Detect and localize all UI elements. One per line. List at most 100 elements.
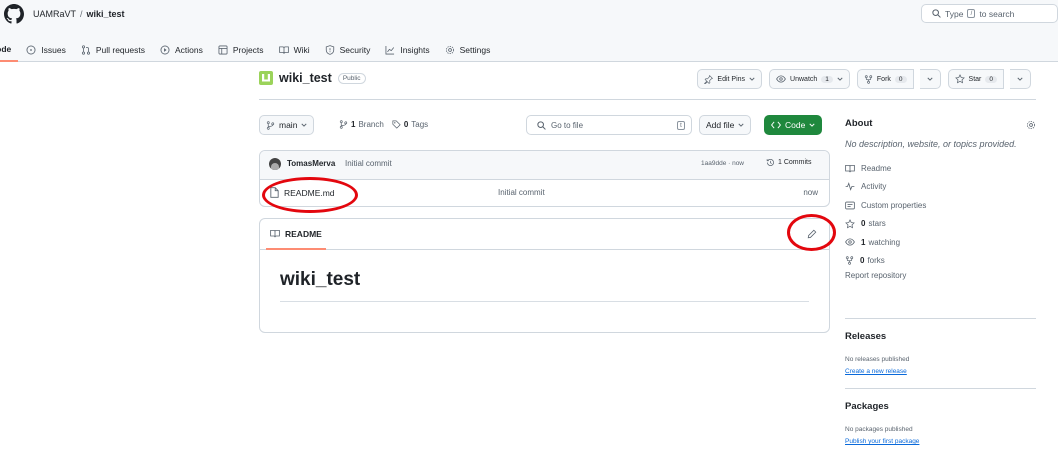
search-icon bbox=[932, 9, 941, 18]
github-logo-icon[interactable] bbox=[4, 4, 24, 24]
tag-label: Tags bbox=[411, 120, 429, 129]
gear-icon bbox=[445, 45, 455, 55]
top-header: UAMRaVT / wiki_test Type / to search Cod… bbox=[0, 0, 1058, 62]
star-count: 0 bbox=[985, 75, 997, 83]
chevron-down-icon bbox=[749, 76, 755, 82]
readme-tab-label: README bbox=[285, 228, 322, 239]
repo-description: No description, website, or topics provi… bbox=[845, 139, 1017, 149]
tab-readme[interactable]: README bbox=[266, 219, 326, 250]
tab-label: Projects bbox=[232, 45, 264, 55]
breadcrumb-owner[interactable]: UAMRaVT bbox=[33, 9, 76, 19]
branch-icon bbox=[339, 120, 348, 129]
unwatch-label: Unwatch bbox=[790, 75, 818, 83]
stars-link[interactable]: 0 stars bbox=[845, 215, 1036, 234]
code-button[interactable]: Code bbox=[764, 115, 823, 135]
forks-link[interactable]: 0 forks bbox=[845, 252, 1036, 271]
tags-link[interactable]: 0 Tags bbox=[392, 120, 428, 129]
readme-link[interactable]: Readme bbox=[845, 159, 1036, 178]
commit-author[interactable]: TomasMerva bbox=[287, 159, 335, 168]
tab-actions[interactable]: Actions bbox=[152, 38, 210, 62]
create-release-link[interactable]: Create a new release bbox=[845, 368, 907, 375]
readme-title: wiki_test bbox=[280, 269, 361, 290]
file-commit-message[interactable]: Initial commit bbox=[498, 188, 545, 197]
custom-properties-link[interactable]: Custom properties bbox=[845, 196, 1036, 215]
repo-tabs: Code Issues Pull requests Actions Projec… bbox=[0, 38, 497, 62]
tab-label: Code bbox=[0, 44, 12, 54]
packages-empty-text: No packages published bbox=[845, 426, 913, 433]
branch-label: Branch bbox=[358, 120, 384, 129]
unwatch-button[interactable]: Unwatch 1 bbox=[769, 69, 850, 89]
chevron-down-icon bbox=[809, 122, 815, 128]
note-icon bbox=[845, 201, 855, 210]
watching-link[interactable]: 1 watching bbox=[845, 233, 1036, 252]
star-dropdown-button[interactable] bbox=[1010, 69, 1031, 89]
sidebar-divider bbox=[845, 318, 1036, 319]
about-meta: Readme Activity Custom properties 0 star… bbox=[845, 159, 1036, 280]
search-icon bbox=[537, 120, 546, 130]
packages-heading[interactable]: Packages bbox=[845, 401, 889, 412]
tab-label: Actions bbox=[174, 45, 203, 55]
publish-package-link[interactable]: Publish your first package bbox=[845, 438, 919, 445]
readme-title-divider bbox=[280, 301, 809, 302]
star-icon bbox=[954, 74, 965, 84]
breadcrumb-repo[interactable]: wiki_test bbox=[87, 9, 125, 19]
fork-dropdown-button[interactable] bbox=[919, 69, 941, 89]
search-shortcut-key: / bbox=[967, 9, 976, 18]
activity-label: Activity bbox=[861, 182, 887, 192]
graph-icon bbox=[385, 45, 395, 55]
tab-label: Settings bbox=[459, 45, 491, 55]
tab-label: Issues bbox=[41, 45, 66, 55]
chevron-down-icon bbox=[837, 76, 843, 82]
tab-code[interactable]: Code bbox=[0, 38, 19, 62]
edit-pins-button[interactable]: Edit Pins bbox=[697, 69, 763, 89]
breadcrumb-separator: / bbox=[80, 9, 83, 19]
edit-pins-label: Edit Pins bbox=[717, 75, 746, 83]
tab-label: Wiki bbox=[293, 45, 310, 55]
tab-insights[interactable]: Insights bbox=[377, 38, 436, 62]
fork-icon bbox=[845, 256, 854, 265]
tab-pull-requests[interactable]: Pull requests bbox=[73, 38, 152, 62]
avatar[interactable] bbox=[269, 158, 281, 170]
code-icon bbox=[771, 121, 781, 129]
branch-icon bbox=[266, 120, 275, 130]
releases-heading[interactable]: Releases bbox=[845, 331, 886, 342]
gear-icon[interactable] bbox=[1026, 120, 1036, 130]
branch-selector[interactable]: main bbox=[259, 115, 315, 135]
add-file-button[interactable]: Add file bbox=[699, 115, 752, 135]
search-input[interactable]: Type / to search bbox=[921, 4, 1058, 23]
tab-security[interactable]: Security bbox=[317, 38, 378, 62]
star-icon bbox=[845, 218, 855, 229]
tab-wiki[interactable]: Wiki bbox=[271, 38, 317, 62]
annotation-circle-readme-file bbox=[262, 177, 358, 213]
chevron-down-icon bbox=[301, 122, 308, 128]
star-button[interactable]: Star 0 bbox=[947, 69, 1004, 89]
repo-name[interactable]: wiki_test bbox=[279, 71, 332, 85]
commit-message[interactable]: Initial commit bbox=[345, 159, 392, 168]
branches-link[interactable]: 1 Branch bbox=[339, 120, 384, 129]
fork-button[interactable]: Fork 0 bbox=[856, 69, 914, 89]
report-repository-link[interactable]: Report repository bbox=[845, 271, 1036, 280]
go-to-file-placeholder: Go to file bbox=[551, 120, 584, 130]
commit-hash[interactable]: 1aa9dde · now bbox=[701, 160, 744, 167]
watching-label: watching bbox=[868, 237, 901, 247]
tab-label: Insights bbox=[400, 45, 430, 55]
branch-count: 1 bbox=[351, 120, 356, 129]
visibility-badge: Public bbox=[337, 72, 366, 84]
releases-empty-text: No releases published bbox=[845, 356, 910, 363]
branch-meta: 1 Branch 0 Tags bbox=[339, 120, 428, 129]
readme-label: Readme bbox=[861, 163, 892, 173]
go-to-file-input[interactable]: Go to file t bbox=[526, 115, 692, 135]
tab-issues[interactable]: Issues bbox=[18, 38, 73, 62]
tab-settings[interactable]: Settings bbox=[437, 38, 498, 62]
repo-avatar-icon bbox=[259, 71, 273, 85]
fork-count: 0 bbox=[894, 75, 907, 83]
header-divider bbox=[259, 99, 1036, 100]
search-suffix: to search bbox=[979, 8, 1015, 19]
add-file-label: Add file bbox=[706, 120, 735, 130]
star-group: Star 0 bbox=[947, 69, 1031, 89]
tab-projects[interactable]: Projects bbox=[210, 38, 271, 62]
commits-link[interactable]: 1 Commits bbox=[766, 158, 811, 167]
about-heading: About bbox=[845, 118, 873, 129]
shield-icon bbox=[325, 45, 335, 55]
activity-link[interactable]: Activity bbox=[845, 178, 1036, 197]
